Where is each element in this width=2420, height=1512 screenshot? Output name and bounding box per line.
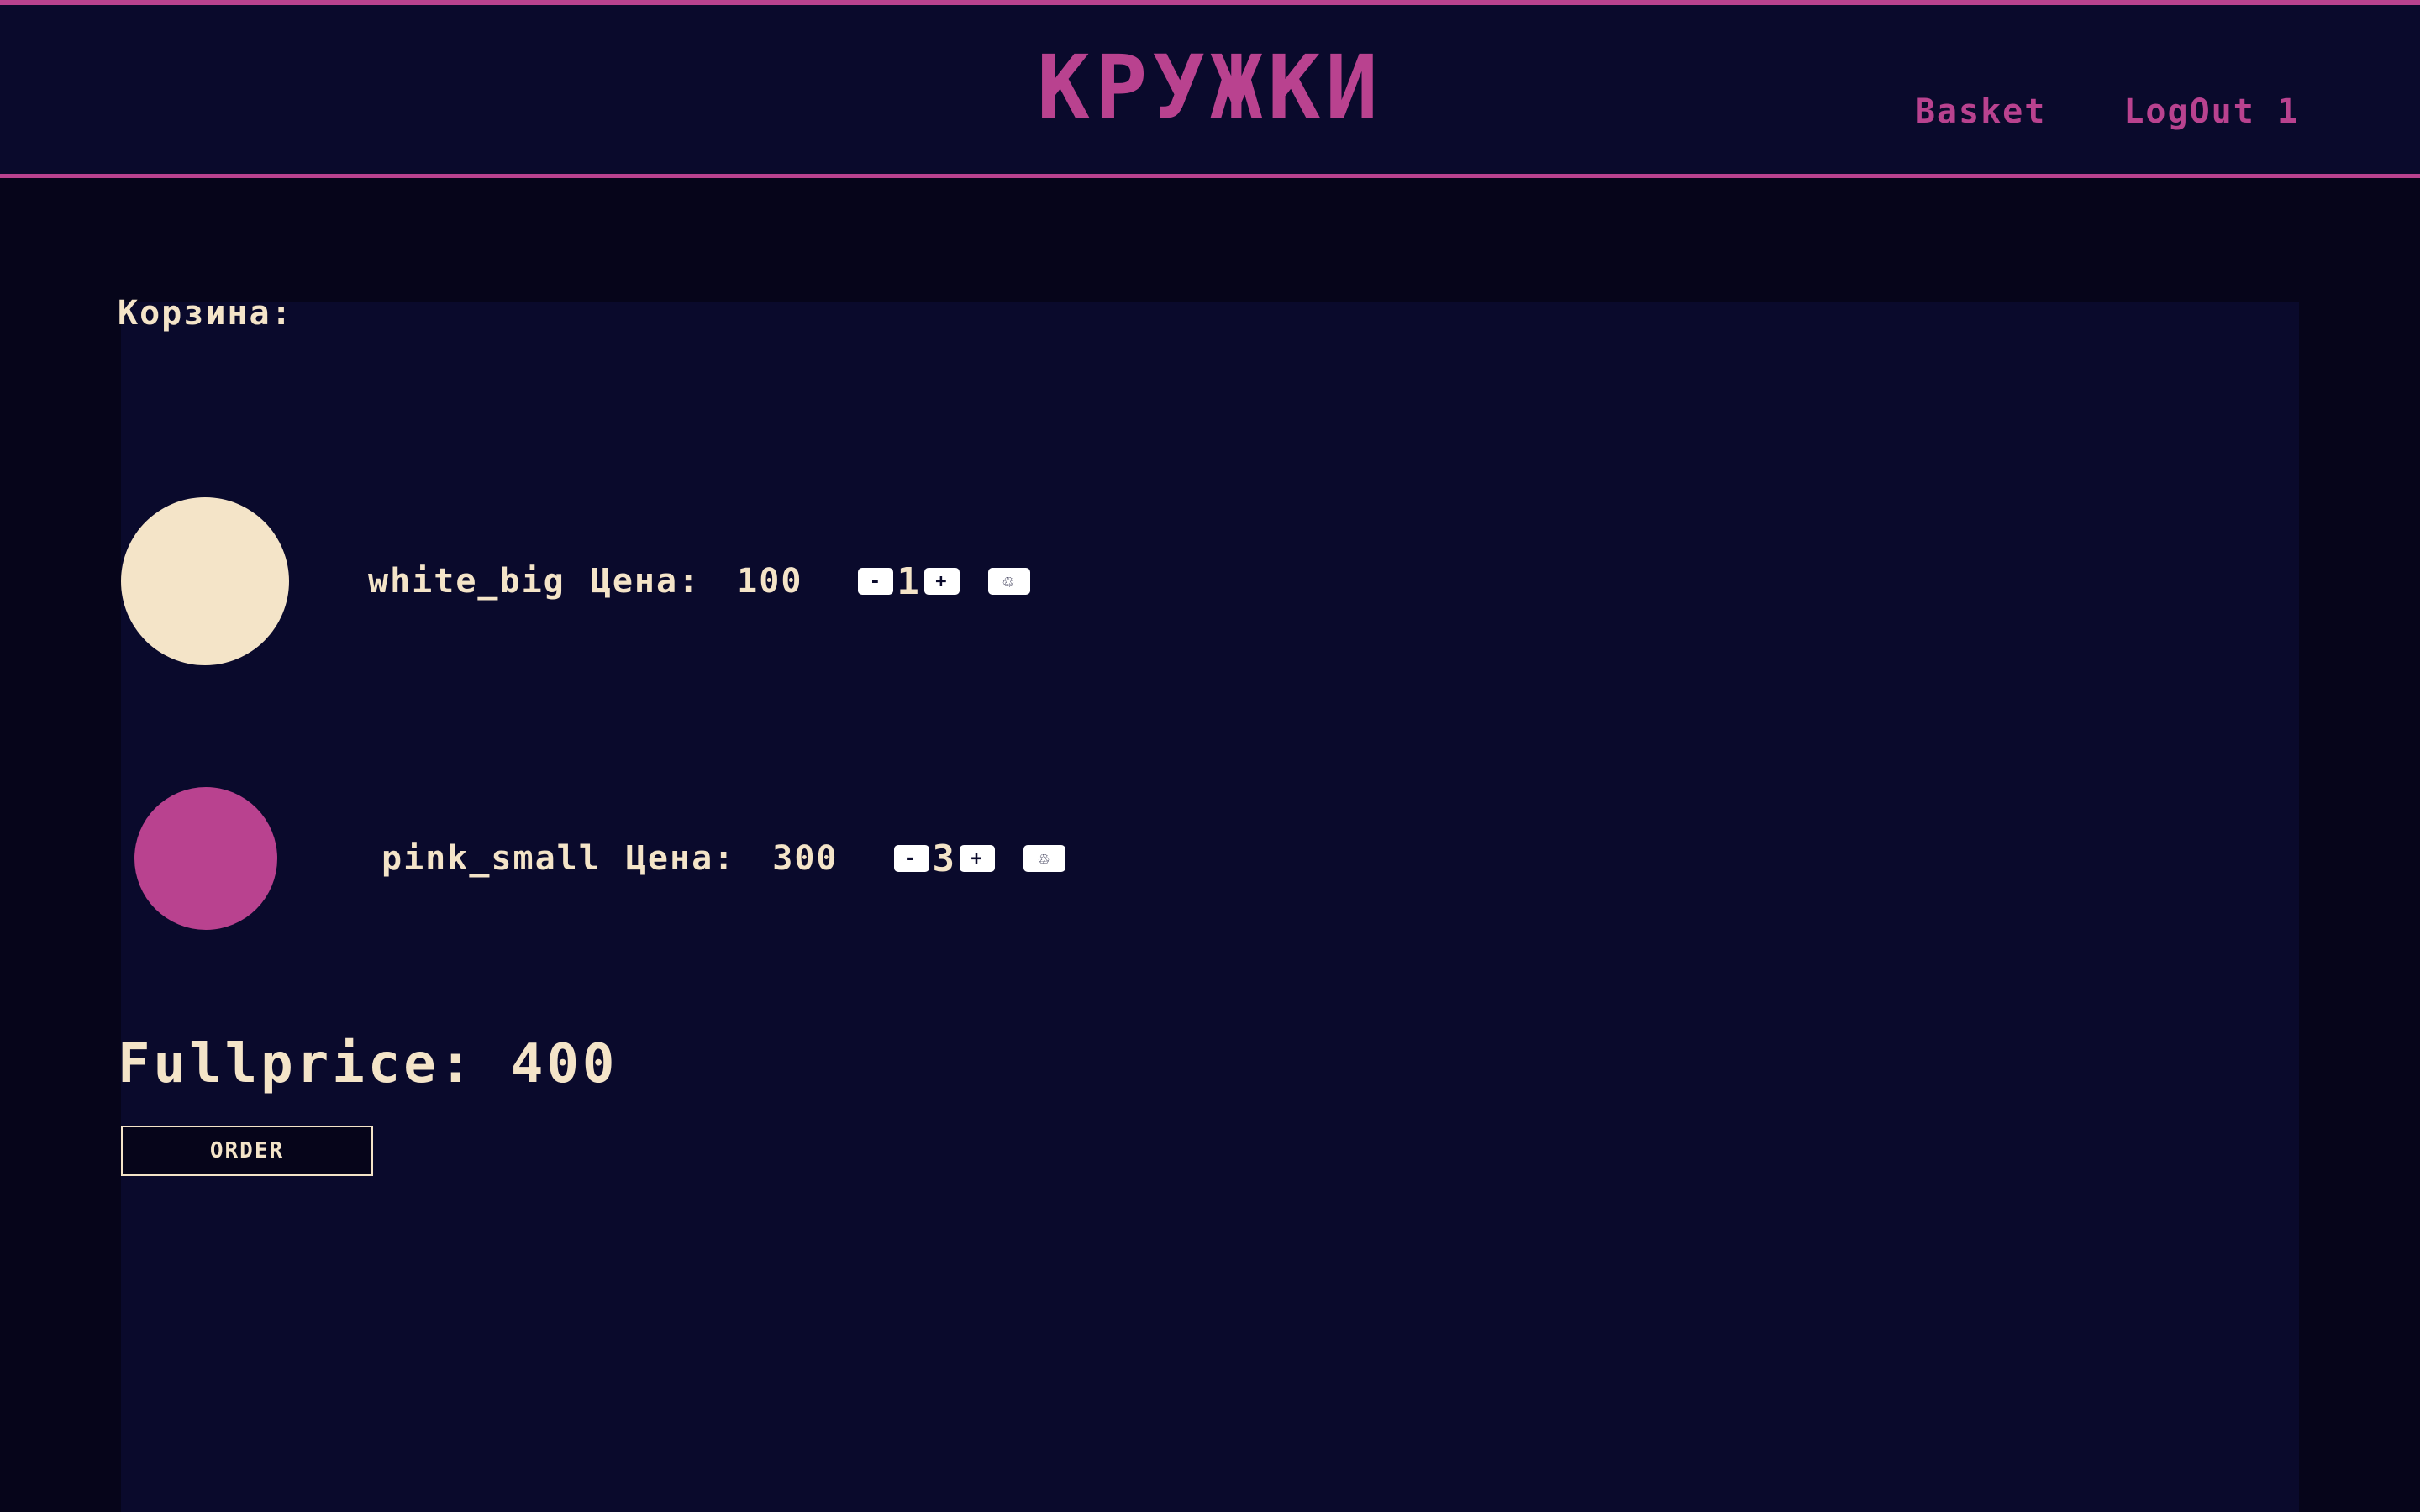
- cart-item: white_big Цена: 100 - 1 + ♲: [121, 497, 1030, 665]
- site-header: КРУЖКИ Basket LogOut 1: [0, 0, 2420, 178]
- quantity-value: 3: [932, 837, 956, 880]
- price-label: Цена:: [590, 562, 701, 601]
- increase-button[interactable]: +: [960, 845, 995, 872]
- recycle-icon[interactable]: ♲: [987, 568, 1030, 595]
- fullprice-value: 400: [510, 1033, 618, 1095]
- recycle-icon[interactable]: ♲: [1023, 845, 1065, 872]
- top-nav: Basket LogOut 1: [1915, 92, 2299, 131]
- product-image-white-big: [121, 497, 289, 665]
- product-name: pink_small: [381, 839, 601, 878]
- basket-link[interactable]: Basket: [1915, 92, 2047, 131]
- price-label: Цена:: [625, 839, 736, 878]
- cart-item-info: pink_small Цена: 300: [381, 839, 839, 878]
- decrease-button[interactable]: -: [893, 845, 929, 872]
- quantity-value: 1: [897, 559, 921, 603]
- cart-title: Корзина:: [118, 294, 293, 333]
- fullprice-total: Fullprice: 400: [118, 1033, 618, 1095]
- price-value: 300: [772, 839, 839, 878]
- quantity-stepper: - 3 +: [893, 837, 995, 880]
- cart-item-info: white_big Цена: 100: [368, 562, 802, 601]
- logout-link[interactable]: LogOut 1: [2123, 92, 2299, 131]
- fullprice-label: Fullprice:: [118, 1033, 476, 1095]
- product-name: white_big: [368, 562, 566, 601]
- product-image-pink-small: [134, 787, 277, 930]
- increase-button[interactable]: +: [923, 568, 960, 595]
- price-value: 100: [737, 562, 803, 601]
- order-button[interactable]: ORDER: [121, 1126, 373, 1176]
- cart-item: pink_small Цена: 300 - 3 + ♲: [121, 787, 1065, 930]
- quantity-stepper: - 1 +: [858, 560, 960, 603]
- decrease-button[interactable]: -: [858, 568, 894, 595]
